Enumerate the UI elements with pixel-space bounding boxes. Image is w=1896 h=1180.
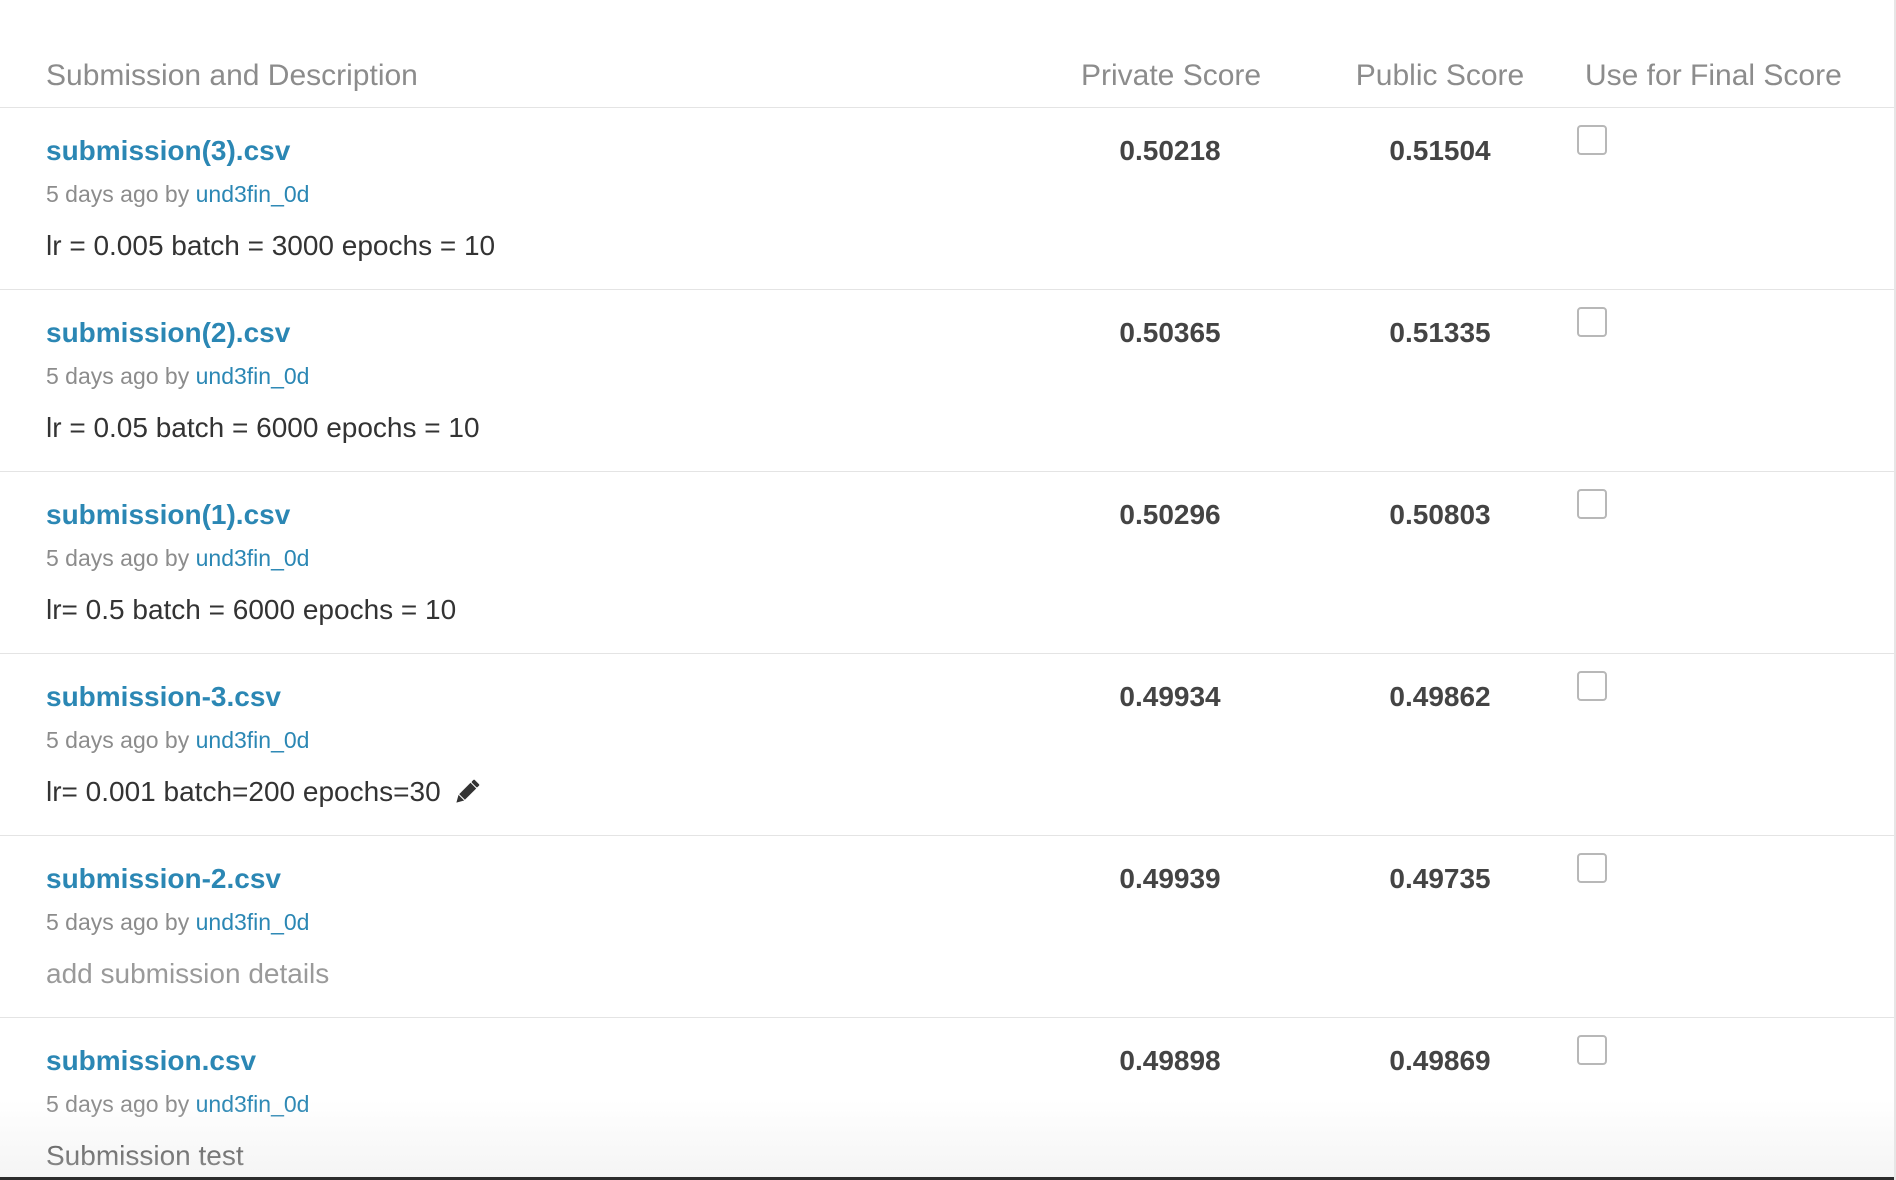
submission-age: 5 days ago [46, 1091, 159, 1117]
submission-meta: 5 days ago by und3fin_0d [46, 544, 309, 572]
submission-by: by [164, 909, 190, 935]
submission-meta: 5 days ago by und3fin_0d [46, 1090, 309, 1118]
submission-user-link[interactable]: und3fin_0d [196, 181, 310, 207]
submission-description-text: Submission test [46, 1140, 244, 1171]
private-score: 0.50296 [1119, 499, 1221, 530]
submission-meta: 5 days ago by und3fin_0d [46, 908, 309, 936]
submission-meta: 5 days ago by und3fin_0d [46, 362, 309, 390]
submission-description: lr = 0.005 batch = 3000 epochs = 10 [46, 229, 495, 263]
private-score: 0.50218 [1119, 135, 1221, 166]
submission-age: 5 days ago [46, 909, 159, 935]
submission-file-link[interactable]: submission-2.csv [46, 862, 281, 896]
submission-list: submission(3).csv 5 days ago by und3fin_… [0, 108, 1894, 1180]
private-score: 0.50365 [1119, 317, 1221, 348]
submission-description: lr = 0.05 batch = 6000 epochs = 10 [46, 411, 480, 445]
submission-file-link[interactable]: submission-3.csv [46, 680, 281, 714]
public-score: 0.49735 [1389, 863, 1491, 894]
public-score: 0.49869 [1389, 1045, 1491, 1076]
table-row: submission(1).csv 5 days ago by und3fin_… [0, 472, 1894, 654]
public-score: 0.50803 [1389, 499, 1491, 530]
private-score: 0.49934 [1119, 681, 1221, 712]
private-score: 0.49939 [1119, 863, 1221, 894]
submission-meta: 5 days ago by und3fin_0d [46, 180, 309, 208]
add-submission-details-link[interactable]: add submission details [46, 957, 329, 991]
use-for-final-checkbox[interactable] [1577, 307, 1607, 337]
submission-description-text: lr= 0.5 batch = 6000 epochs = 10 [46, 594, 457, 625]
submissions-table: Submission and Description Private Score… [0, 0, 1896, 1180]
use-for-final-checkbox[interactable] [1577, 489, 1607, 519]
header-private-score[interactable]: Private Score [1081, 58, 1261, 94]
submission-by: by [164, 727, 190, 753]
use-for-final-checkbox[interactable] [1577, 853, 1607, 883]
submission-description: Submission test [46, 1139, 244, 1173]
submission-by: by [164, 1091, 190, 1117]
submission-file-link[interactable]: submission(1).csv [46, 498, 290, 532]
submission-description-text: lr = 0.005 batch = 3000 epochs = 10 [46, 230, 496, 261]
use-for-final-checkbox[interactable] [1577, 671, 1607, 701]
submission-file-link[interactable]: submission.csv [46, 1044, 256, 1078]
submission-description-text: lr = 0.05 batch = 6000 epochs = 10 [46, 412, 480, 443]
submission-age: 5 days ago [46, 363, 159, 389]
header-use-for-final-score: Use for Final Score [1585, 59, 1842, 92]
submission-by: by [164, 545, 190, 571]
submission-description: lr= 0.001 batch=200 epochs=30 [46, 775, 483, 809]
use-for-final-checkbox[interactable] [1577, 125, 1607, 155]
header-public-score[interactable]: Public Score [1355, 58, 1525, 94]
table-row: submission-2.csv 5 days ago by und3fin_0… [0, 836, 1894, 1018]
submission-user-link[interactable]: und3fin_0d [196, 545, 310, 571]
submission-age: 5 days ago [46, 727, 159, 753]
submission-meta: 5 days ago by und3fin_0d [46, 726, 309, 754]
submission-by: by [164, 363, 190, 389]
submission-file-link[interactable]: submission(2).csv [46, 316, 290, 350]
submission-description-text: lr= 0.001 batch=200 epochs=30 [46, 776, 441, 807]
header-submission-description: Submission and Description [46, 59, 418, 92]
submission-by: by [164, 181, 190, 207]
public-score: 0.51335 [1389, 317, 1491, 348]
submission-description: lr= 0.5 batch = 6000 epochs = 10 [46, 593, 456, 627]
table-row: submission(3).csv 5 days ago by und3fin_… [0, 108, 1894, 290]
submission-file-link[interactable]: submission(3).csv [46, 134, 290, 168]
submission-user-link[interactable]: und3fin_0d [196, 727, 310, 753]
table-header: Submission and Description Private Score… [0, 0, 1894, 108]
table-row: submission(2).csv 5 days ago by und3fin_… [0, 290, 1894, 472]
public-score: 0.49862 [1389, 681, 1491, 712]
table-row: submission-3.csv 5 days ago by und3fin_0… [0, 654, 1894, 836]
pencil-icon[interactable] [451, 776, 483, 808]
submission-age: 5 days ago [46, 181, 159, 207]
submission-description-text: add submission details [46, 958, 330, 989]
use-for-final-checkbox[interactable] [1577, 1035, 1607, 1065]
private-score: 0.49898 [1119, 1045, 1221, 1076]
table-row: submission.csv 5 days ago by und3fin_0d … [0, 1018, 1894, 1180]
submission-user-link[interactable]: und3fin_0d [196, 363, 310, 389]
submission-user-link[interactable]: und3fin_0d [196, 1091, 310, 1117]
submission-age: 5 days ago [46, 545, 159, 571]
submission-user-link[interactable]: und3fin_0d [196, 909, 310, 935]
public-score: 0.51504 [1389, 135, 1491, 166]
